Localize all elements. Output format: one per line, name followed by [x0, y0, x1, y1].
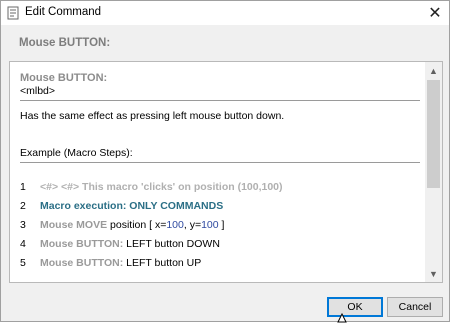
- close-button[interactable]: ✕: [421, 1, 449, 25]
- scroll-down-button[interactable]: ▼: [425, 265, 442, 282]
- step-keyword: Mouse BUTTON:: [40, 238, 124, 250]
- scroll-up-button[interactable]: ▲: [425, 62, 442, 79]
- step-number: 4: [20, 238, 26, 250]
- document-icon: [7, 6, 19, 20]
- help-content-panel[interactable]: Mouse BUTTON: <mlbd> Has the same effect…: [9, 61, 443, 283]
- ok-button[interactable]: OK: [327, 297, 383, 317]
- window-title: Edit Command: [25, 6, 102, 18]
- edit-command-dialog: Edit Command ✕ Mouse BUTTON: Mouse BUTTO…: [0, 0, 450, 323]
- chevron-down-icon: ▼: [429, 268, 438, 279]
- macro-step: 3 Mouse MOVE position [ x=100, y=100 ]: [20, 218, 420, 237]
- step-comment: <#> <#> This macro 'clicks' on position …: [40, 181, 283, 193]
- title-bar[interactable]: Edit Command ✕: [1, 1, 449, 25]
- step-text: LEFT button DOWN: [123, 238, 220, 250]
- step-number: 3: [20, 219, 26, 231]
- vertical-scrollbar[interactable]: ▲ ▼: [425, 62, 442, 282]
- macro-step: 2 Macro execution: ONLY COMMANDS: [20, 199, 420, 218]
- macro-step: 4 Mouse BUTTON: LEFT button DOWN: [20, 237, 420, 256]
- step-end: ]: [218, 219, 225, 231]
- step-text: LEFT button UP: [123, 257, 202, 269]
- cancel-button[interactable]: Cancel: [387, 297, 443, 317]
- scrollbar-thumb[interactable]: [427, 80, 440, 188]
- macro-steps-list: 1 <#> <#> This macro 'clicks' on position…: [20, 180, 420, 275]
- close-icon: ✕: [428, 5, 442, 22]
- command-description: Has the same effect as pressing left mou…: [20, 110, 285, 122]
- step-text: Macro execution: ONLY COMMANDS: [40, 200, 224, 212]
- section-title: Mouse BUTTON:: [20, 72, 108, 84]
- macro-step: 5 Mouse BUTTON: LEFT button UP: [20, 256, 420, 275]
- step-separator: , y=: [183, 219, 202, 231]
- step-keyword: Mouse MOVE: [40, 219, 108, 231]
- step-number: 1: [20, 181, 26, 193]
- step-number: 5: [20, 257, 26, 269]
- example-label: Example (Macro Steps):: [20, 147, 133, 159]
- divider: [20, 100, 420, 101]
- step-keyword: Mouse BUTTON:: [40, 257, 124, 269]
- step-number: 2: [20, 200, 26, 212]
- divider: [20, 162, 420, 163]
- step-y-value: 100: [201, 219, 219, 231]
- chevron-up-icon: ▲: [429, 65, 438, 76]
- help-content: Mouse BUTTON: <mlbd> Has the same effect…: [20, 70, 420, 275]
- command-code: <mlbd>: [20, 85, 56, 97]
- macro-step: 1 <#> <#> This macro 'clicks' on position…: [20, 180, 420, 199]
- page-title: Mouse BUTTON:: [19, 37, 111, 49]
- step-x-value: 100: [166, 219, 184, 231]
- step-label: position [ x=: [107, 219, 167, 231]
